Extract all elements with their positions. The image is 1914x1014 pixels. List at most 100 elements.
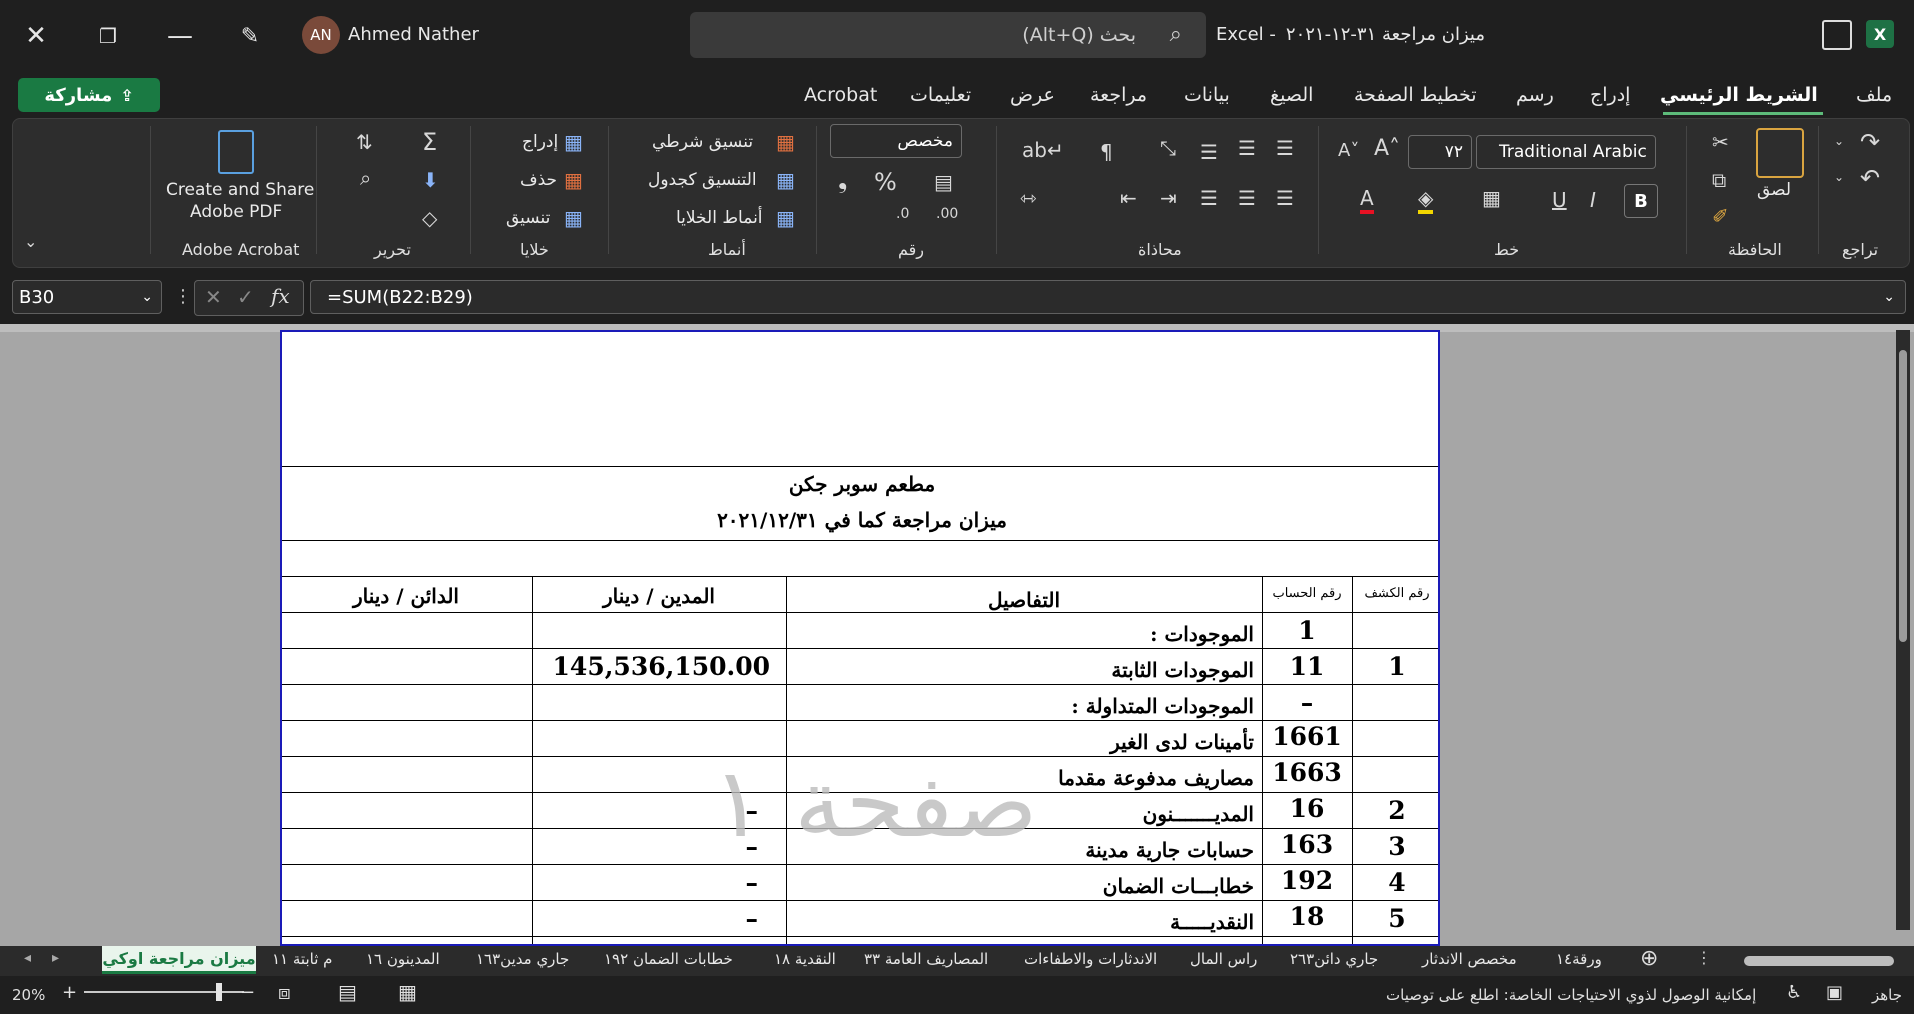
merge-center-icon[interactable]: ⇿ [1020,186,1037,210]
sheet-tab[interactable]: الاندثارات والاطفاءات [1024,950,1157,968]
create-share-pdf-line1[interactable]: Create and Share [166,180,314,200]
cancel-icon[interactable]: ✕ [205,285,222,309]
insert-function-icon[interactable]: fx [271,284,290,308]
close-icon[interactable]: ✕ [16,16,56,56]
page-layout-view-icon[interactable]: ▤ [338,980,357,1004]
text-direction-icon[interactable]: ⤡ [1160,136,1176,160]
tab-acrobat[interactable]: Acrobat [804,84,877,106]
wrap-text-icon[interactable]: ab↵ [1022,138,1064,162]
align-center-icon[interactable]: ☰ [1238,186,1256,210]
report-title[interactable]: ميزان مراجعة كما في ٢٠٢١/١٢/٣١ [282,508,1438,532]
fill-icon[interactable]: ⬇ [422,168,439,192]
search-input[interactable]: بحث (Alt+Q) ⌕ [690,12,1206,58]
format-as-table-button[interactable]: التنسيق كجدول [648,170,757,190]
borders-icon[interactable]: ▦ [1482,186,1501,210]
vertical-scroll-thumb[interactable] [1899,350,1907,642]
insert-cells-icon[interactable]: ▦ [564,130,583,154]
pen-icon[interactable]: ✎ [230,16,270,56]
font-color-icon[interactable]: A [1360,186,1374,214]
align-top-icon[interactable]: ☰ [1276,136,1294,160]
create-share-pdf-line2[interactable]: Adobe PDF [190,202,282,222]
header-debit[interactable]: المدين / دينار [534,584,784,608]
italic-icon[interactable]: I [1590,188,1596,212]
cell-debit[interactable]: 145,536,150.00 [534,652,770,681]
indent-icon[interactable]: ⇥ [1160,186,1177,210]
tab-insert[interactable]: إدراج [1590,84,1630,106]
cell-details[interactable]: النقديـــــة [788,910,1254,934]
enter-icon[interactable]: ✓ [237,285,254,309]
delete-button[interactable]: حذف [520,170,557,190]
increase-font-icon[interactable]: A˄ [1374,136,1400,161]
save-icon[interactable] [1822,20,1852,50]
format-table-icon[interactable]: ▦ [776,168,795,192]
conditional-format-button[interactable]: تنسيق شرطي [652,132,753,152]
font-name-select[interactable]: Traditional Arabic [1476,135,1656,169]
rtl-icon[interactable]: ¶ [1100,140,1113,164]
comma-style-icon[interactable]: ❟ [838,166,847,194]
adobe-pdf-icon[interactable] [218,130,254,174]
increase-decimal-icon[interactable]: .00 [936,206,958,222]
avatar[interactable]: AN [302,16,340,54]
header-details[interactable]: التفاصيل [788,588,1260,612]
cell-statement-no[interactable]: 4 [1354,868,1438,897]
decrease-decimal-icon[interactable]: .0 [896,206,909,222]
tab-draw[interactable]: رسم [1516,84,1554,106]
cell-statement-no[interactable]: 5 [1354,904,1438,933]
name-box[interactable]: B30 ⌄ [12,280,162,314]
bold-icon[interactable]: B [1624,184,1658,218]
cell-debit[interactable]: – [534,868,759,897]
align-middle-icon[interactable]: ☰ [1238,136,1256,160]
cell-statement-no[interactable]: 2 [1354,796,1438,825]
tab-view[interactable]: عرض [1010,84,1055,106]
cell-details[interactable]: الموجودات المتداولة : [788,694,1254,718]
sheet-tab[interactable]: المصاريف العامة ٣٣ [864,950,988,968]
sheet-tab-active[interactable]: ميزان مراجعة اوكي [102,946,256,974]
cell-styles-button[interactable]: أنماط الخلايا [676,208,763,228]
cell-account-no[interactable]: 192 [1264,866,1350,895]
header-account-no[interactable]: رقم الحساب [1264,586,1350,601]
sheet-tab[interactable]: خطابات الضمان ١٩٢ [604,950,733,968]
sheet-tab[interactable]: م ثابتة ١١ [272,950,332,968]
sheet-tab[interactable]: ورقة١٤ [1556,950,1602,968]
undo-dropdown-icon[interactable]: ⌄ [1834,170,1844,184]
normal-view-icon[interactable]: ▦ [398,980,417,1004]
format-cells-icon[interactable]: ▦ [564,206,583,230]
cell-account-no[interactable]: 16 [1264,794,1350,823]
horizontal-scroll-thumb[interactable] [1744,956,1894,966]
cell-details[interactable]: خطابـــات الضمان [788,874,1254,898]
delete-cells-icon[interactable]: ▦ [564,168,583,192]
user-name[interactable]: Ahmed Nather [348,24,479,45]
tab-review[interactable]: مراجعة [1090,84,1147,106]
align-bottom-icon[interactable]: ☰ [1200,140,1218,164]
find-select-icon[interactable]: ⌕ [360,166,371,190]
sort-filter-icon[interactable]: ⇅ [356,130,373,154]
restore-icon[interactable]: ❐ [88,16,128,56]
share-button[interactable]: مشاركة ⇪ [18,78,160,112]
font-size-select[interactable]: ٧٢ [1408,135,1472,169]
tab-file[interactable]: ملف [1856,84,1892,106]
expand-formula-icon[interactable]: ⌄ [1883,289,1895,305]
scroll-tabs-right-icon[interactable]: ▸ [52,950,59,966]
cell-statement-no[interactable]: 3 [1354,832,1438,861]
cell-account-no[interactable]: – [1264,688,1350,717]
cell-debit[interactable]: – [534,904,759,933]
autosum-icon[interactable]: Σ [422,128,437,156]
redo-icon[interactable]: ↷ [1860,128,1880,156]
sheet-tab[interactable]: النقدية ١٨ [774,950,836,968]
conditional-format-icon[interactable]: ▦ [776,130,795,154]
zoom-slider-thumb[interactable] [216,983,222,1001]
accounting-format-icon[interactable]: ▤ [934,170,953,194]
copy-icon[interactable]: ⧉ [1712,168,1726,192]
insert-button[interactable]: إدراج [522,132,558,152]
zoom-in-icon[interactable]: + [62,982,77,1003]
print-page[interactable]: مطعم سوبر جكن ميزان مراجعة كما في ٢٠٢١/١… [280,330,1440,946]
cell-account-no[interactable]: 1663 [1264,758,1350,787]
tab-data[interactable]: بيانات [1184,84,1230,106]
tab-page-layout[interactable]: تخطيط الصفحة [1354,84,1477,106]
tab-home[interactable]: الشريط الرئيسي [1660,84,1818,106]
cell-styles-icon[interactable]: ▦ [776,206,795,230]
clear-icon[interactable]: ◇ [422,206,437,230]
company-name[interactable]: مطعم سوبر جكن [282,472,1438,496]
cell-account-no[interactable]: 163 [1264,830,1350,859]
fill-color-icon[interactable]: ◈ [1418,186,1434,214]
